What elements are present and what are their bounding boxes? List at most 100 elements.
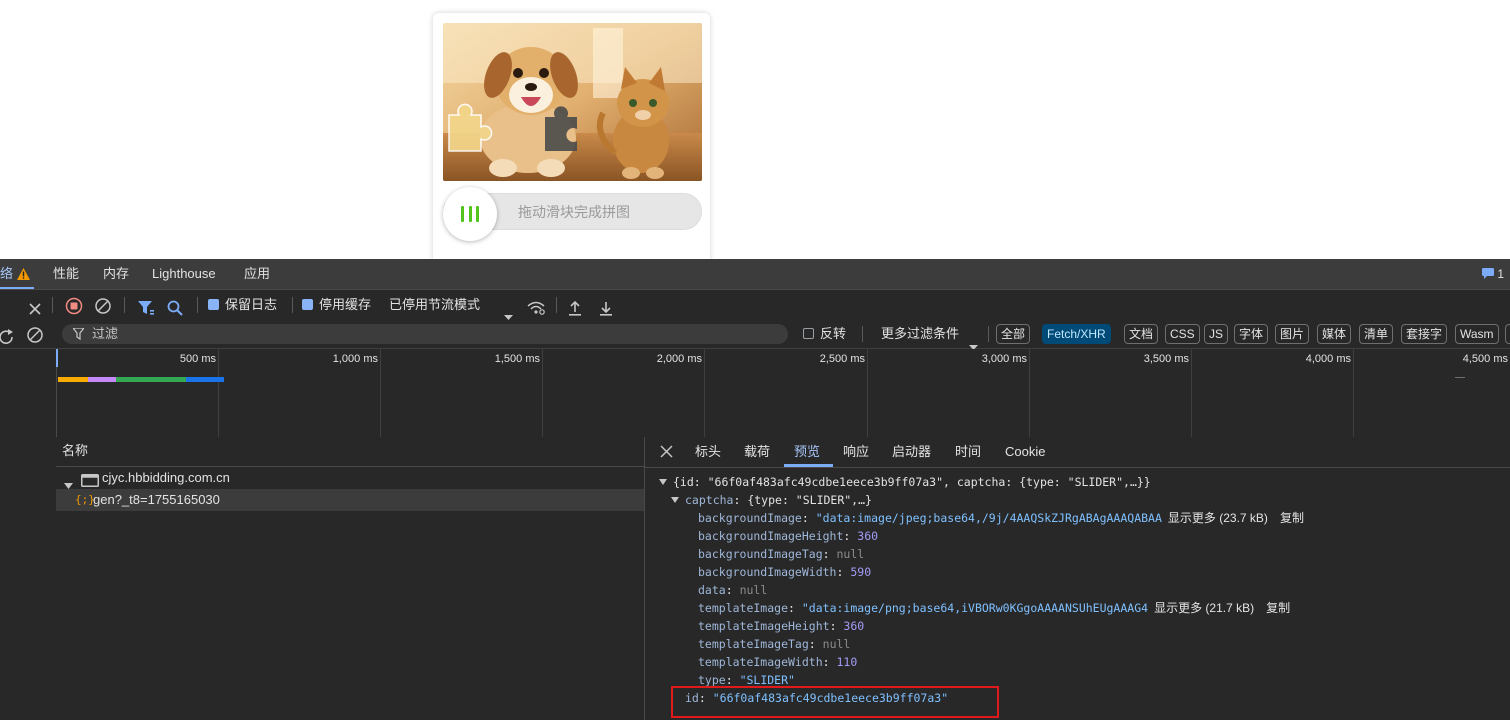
timeline-tick-label: 2,500 ms [819, 353, 865, 365]
close-icon[interactable] [28, 297, 42, 315]
tab-payload[interactable]: 载荷 [744, 437, 770, 467]
tab-performance[interactable]: 性能 [53, 259, 79, 289]
expand-triangle-icon[interactable] [659, 479, 667, 485]
slider-handle[interactable] [443, 187, 497, 241]
search-icon[interactable] [167, 297, 183, 316]
tab-cookie[interactable]: Cookie [1005, 437, 1045, 467]
network-overview-timeline[interactable]: 500 ms 1,000 ms 1,500 ms 2,000 ms 2,500 … [0, 349, 1510, 438]
expand-triangle-icon[interactable] [671, 497, 679, 503]
timeline-grid-line [1191, 349, 1192, 437]
show-more-button[interactable]: 显示更多 (21.7 kB) [1154, 601, 1254, 615]
requests-area: 名称 cjyc.hbbidding.com.cn {;} gen?_t8=175… [0, 437, 1510, 720]
filter-type-wasm[interactable]: Wasm [1455, 324, 1499, 344]
throttling-select[interactable]: 已停用节流模式 [389, 290, 480, 320]
filter-type-ws[interactable]: 套接字 [1401, 324, 1448, 344]
request-group-row[interactable]: cjyc.hbbidding.com.cn [56, 467, 644, 489]
tab-headers[interactable]: 标头 [695, 437, 721, 467]
clear-icon[interactable] [94, 296, 112, 314]
tab-initiator[interactable]: 启动器 [892, 437, 931, 467]
timeline-grid-line [1029, 349, 1030, 437]
panel-tab-bar: 络 性能 内存 Lighthouse 应用 1 [0, 259, 1510, 290]
more-filters-label: 更多过滤条件 [881, 326, 960, 341]
timeline-grid-line [1353, 349, 1354, 437]
timeline-tick-label: 4,500 ms [1462, 353, 1508, 365]
filter-type-doc[interactable]: 文档 [1124, 324, 1159, 344]
preview-json-tree: {id: "66f0af483afc49cdbe1eece3b9ff07a3",… [645, 468, 1510, 720]
filter-placeholder: 过滤 [92, 326, 119, 341]
slider-hint-text: 拖动滑块完成拼图 [518, 204, 630, 220]
filter-type-font[interactable]: 字体 [1234, 324, 1269, 344]
timeline-grid-line [380, 349, 381, 437]
timeline-tick-label: 3,500 ms [1143, 353, 1189, 365]
copy-button[interactable]: 复制 [1266, 601, 1290, 615]
filter-type-media[interactable]: 媒体 [1317, 324, 1352, 344]
filter-type-img[interactable]: 图片 [1275, 324, 1310, 344]
show-more-button[interactable]: 显示更多 (23.7 kB) [1168, 511, 1268, 525]
json-captcha-row[interactable]: captcha: {type: "SLIDER",…} [671, 491, 872, 509]
preserve-log-label: 保留日志 [225, 297, 278, 312]
chat-icon [1481, 268, 1494, 279]
invert-label: 反转 [820, 326, 847, 341]
json-root-summary: {id: "66f0af483afc49cdbe1eece3b9ff07a3",… [673, 475, 1151, 489]
stop-recording-icon[interactable] [65, 296, 83, 315]
timeline-bar-segment [116, 377, 186, 382]
json-row-backgroundImageTag: backgroundImageTag: null [698, 547, 865, 561]
copy-button[interactable]: 复制 [1280, 511, 1304, 525]
slider-track[interactable]: 拖动滑块完成拼图 [443, 187, 702, 241]
preserve-log-checkbox[interactable]: 保留日志 [208, 290, 277, 320]
active-tab-indicator [0, 287, 34, 289]
timeline-grid-line [704, 349, 705, 437]
refresh-icon[interactable] [0, 326, 14, 344]
request-row[interactable]: {;} gen?_t8=1755165030 [56, 489, 644, 511]
captcha-puzzle-image [443, 23, 702, 181]
timeline-tick-label: 4,000 ms [1305, 353, 1351, 365]
request-domain: cjyc.hbbidding.com.cn [102, 470, 230, 485]
filter-type-manifest[interactable]: 清单 [1359, 324, 1394, 344]
upload-icon[interactable] [568, 297, 582, 316]
network-conditions-icon[interactable] [527, 297, 545, 315]
filter-type-css[interactable]: CSS [1165, 324, 1200, 344]
disable-cache-label: 停用缓存 [319, 297, 372, 312]
filter-input[interactable]: 过滤 [62, 324, 788, 344]
warning-icon [17, 268, 30, 283]
timeline-tick-label: 1,000 ms [332, 353, 378, 365]
timeline-bar-segment [88, 377, 116, 382]
more-filters-dropdown[interactable]: 更多过滤条件 [881, 320, 959, 348]
timeline-tick-label: 1,500 ms [494, 353, 540, 365]
filter-type-js[interactable]: JS [1204, 324, 1229, 344]
active-tab-indicator [784, 464, 833, 467]
chevron-down-icon[interactable] [504, 302, 513, 320]
tab-lighthouse[interactable]: Lighthouse [152, 259, 216, 289]
filter-type-fetch-xhr[interactable]: Fetch/XHR [1042, 324, 1111, 344]
requests-gutter [0, 437, 57, 720]
json-root-row[interactable]: {id: "66f0af483afc49cdbe1eece3b9ff07a3",… [659, 473, 1151, 491]
filter-icon[interactable] [137, 297, 155, 315]
json-key: captcha [685, 493, 734, 507]
tab-response[interactable]: 响应 [843, 437, 869, 467]
filter-type-overflow[interactable] [1505, 324, 1510, 344]
invert-checkbox[interactable]: 反转 [803, 320, 846, 348]
json-request-icon: {;} [75, 493, 95, 506]
tab-memory[interactable]: 内存 [103, 259, 129, 289]
close-detail-icon[interactable] [660, 445, 673, 461]
detail-tab-bar: 标头 载荷 预览 响应 启动器 时间 Cookie [645, 437, 1510, 468]
issues-badge[interactable]: 1 [1481, 259, 1504, 289]
tab-application[interactable]: 应用 [244, 259, 270, 289]
column-header-name[interactable]: 名称 [56, 437, 644, 467]
timeline-grid-line [867, 349, 868, 437]
tab-preview[interactable]: 预览 [794, 437, 820, 467]
filter-bar: 过滤 反转 更多过滤条件 全部 Fetch/XHR 文档 CSS JS 字体 图… [0, 320, 1510, 350]
timeline-grid-line [218, 349, 219, 437]
tab-timing[interactable]: 时间 [955, 437, 981, 467]
json-row-templateImageTag: templateImageTag: null [698, 637, 851, 651]
throttling-value: 已停用节流模式 [389, 297, 481, 312]
tab-network[interactable]: 络 [0, 259, 13, 289]
devtools-panel: 络 性能 内存 Lighthouse 应用 1 保留日志 停用缓存 已停用节流模… [0, 259, 1510, 720]
timeline-tick-label: 500 ms [179, 353, 216, 365]
clear-filter-icon[interactable] [26, 325, 44, 343]
chevron-down-icon[interactable] [969, 332, 978, 350]
download-icon[interactable] [599, 297, 613, 316]
filter-type-all[interactable]: 全部 [996, 324, 1031, 344]
json-row-backgroundImage: backgroundImage: "data:image/jpeg;base64… [698, 511, 1304, 525]
disable-cache-checkbox[interactable]: 停用缓存 [302, 290, 371, 320]
